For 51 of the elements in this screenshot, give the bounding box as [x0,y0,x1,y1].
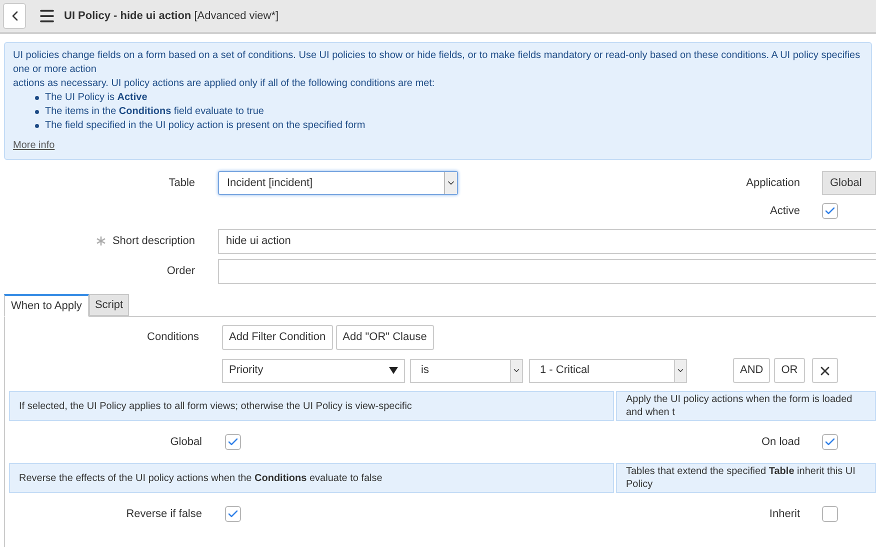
filter-button[interactable]: Add "OR" Clause [336,325,434,350]
field-label: Short description [112,234,195,249]
logic-button[interactable]: AND [733,358,770,383]
tab[interactable]: When to Apply [4,294,89,317]
more-info-link[interactable]: More info [13,139,55,153]
operator-select[interactable]: is [410,358,523,382]
bullet-text: The items in the Conditions field evaluate to true [45,105,264,119]
bullet-text: The field specified in the UI policy action is present on the specified form [45,119,366,133]
table-select[interactable]: Incident [incident] [218,171,458,195]
order-field[interactable] [218,258,876,284]
hint-text: Reverse the effects of the UI policy actions when the Conditions evaluate to false [19,472,382,484]
checkbox[interactable] [225,506,241,522]
bullet-icon [35,96,39,100]
triangle-icon [389,367,398,374]
application-select[interactable]: Global [822,171,876,195]
hint-text: Apply the UI policy actions when the form is loaded and when t [626,393,854,419]
short-description-field[interactable]: hide ui action [218,228,876,254]
field-label: Table [168,176,195,191]
menu-icon[interactable] [38,7,56,25]
check-icon [824,205,836,217]
bullet-icon [35,124,39,128]
checkbox[interactable] [822,506,838,522]
checkbox[interactable] [822,434,838,450]
checkbox[interactable] [822,203,838,219]
bullet-icon [35,110,39,114]
check-icon [227,508,239,520]
checkbox[interactable] [225,434,241,450]
chevron-icon [676,366,685,375]
value-select[interactable]: 1 - Critical [529,358,687,382]
filter-button[interactable]: Add Filter Condition [222,325,333,350]
hint-text: Tables that extend the specified Table inherit this UI Policy [626,465,856,491]
check-icon [824,436,836,448]
page-title: UI Policy - hide ui action [Advanced view*] [64,8,279,24]
field-label: Active [770,204,800,219]
field-select[interactable]: Priority [222,358,405,382]
logic-button[interactable]: OR [774,358,805,383]
bullet-text: The UI Policy is Active [45,91,148,105]
field-label: Conditions [146,330,199,345]
field-label: Order [166,264,195,279]
tab[interactable]: Script [88,294,130,316]
field-label: On load [761,434,800,450]
remove-button[interactable] [812,358,838,383]
check-icon [227,436,239,448]
info-text: actions as necessary. UI policy actions are applied only if all of the following conditions are met: [13,77,436,91]
hint-text: If selected, the UI Policy applies to all form views; otherwise the UI Policy is view-specific [19,400,412,412]
field-label: Application [746,176,800,191]
field-label: Global [169,434,202,450]
field-label: Inherit [769,506,800,522]
back-button[interactable] [3,3,26,29]
chevron-icon [512,366,521,375]
field-label: Reverse if false [125,506,202,522]
